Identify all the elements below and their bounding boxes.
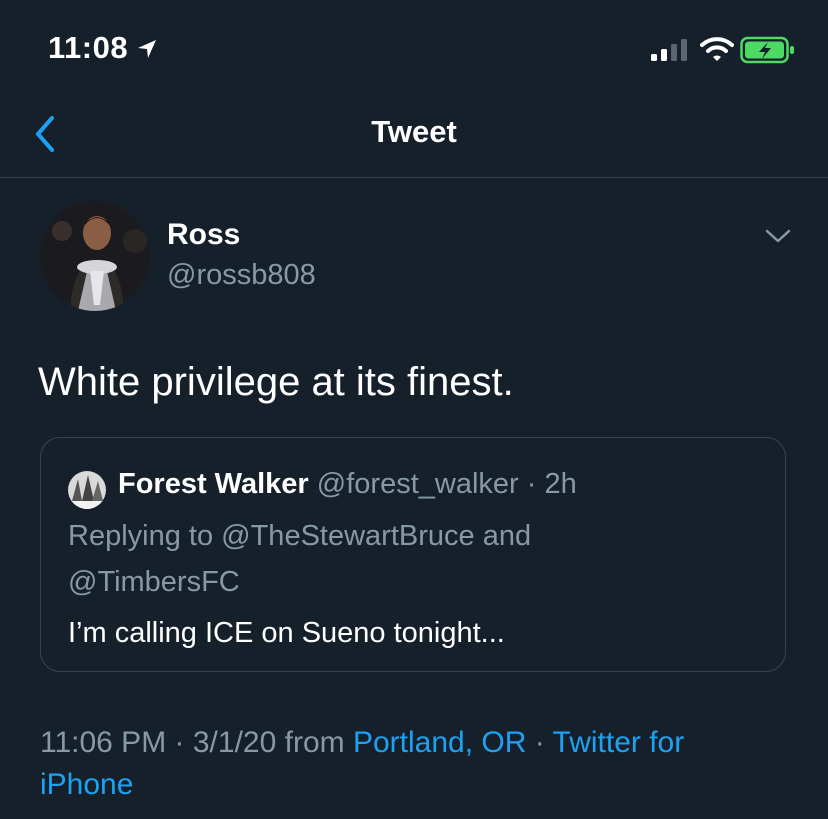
location-arrow-icon	[138, 40, 156, 58]
tweet-date: 3/1/20	[192, 726, 277, 759]
wifi-icon	[700, 37, 734, 61]
quoted-separator: ·	[526, 468, 537, 500]
author-name[interactable]: Ross	[167, 218, 240, 252]
location-link[interactable]: Portland, OR	[353, 726, 526, 759]
battery-charging-icon	[740, 36, 794, 64]
reply-prefix: Replying to	[68, 520, 214, 552]
nav-bar: Tweet	[0, 100, 828, 178]
tweet-text: White privilege at its finest.	[38, 360, 514, 404]
meta-dot: ·	[534, 726, 545, 759]
source-link-cont[interactable]: iPhone	[40, 768, 133, 801]
quoted-author-name[interactable]: Forest Walker	[118, 468, 309, 500]
reply-conjunction: and	[482, 520, 532, 552]
quoted-header: Forest Walker @forest_walker · 2h	[118, 468, 577, 501]
page-title: Tweet	[371, 114, 457, 149]
source-link[interactable]: Twitter for	[553, 726, 685, 759]
quoted-tweet[interactable]: Forest Walker @forest_walker · 2h Replyi…	[40, 437, 786, 672]
tweet-meta-cont: iPhone	[40, 768, 133, 802]
reply-user-link[interactable]: @TimbersFC	[68, 566, 240, 598]
tweet-meta: 11:06 PM · 3/1/20 from Portland, OR · Tw…	[40, 726, 684, 760]
quoted-replying-to: Replying to @TheStewartBruce and	[68, 520, 531, 553]
quoted-replying-to-cont: @TimbersFC	[68, 566, 240, 599]
avatar[interactable]	[40, 201, 150, 311]
quoted-avatar-image	[68, 471, 106, 509]
chevron-down-icon[interactable]	[764, 226, 792, 246]
from-label: from	[284, 726, 345, 759]
meta-dot: ·	[174, 726, 185, 759]
reply-user-link[interactable]: @TheStewartBruce	[221, 520, 474, 552]
status-bar: 11:08	[0, 0, 828, 100]
quoted-time: 2h	[544, 468, 577, 500]
status-time: 11:08	[48, 30, 129, 65]
avatar-image	[40, 201, 150, 311]
author-handle[interactable]: @rossb808	[167, 259, 316, 292]
quoted-text: I’m calling ICE on Sueno tonight...	[68, 617, 505, 649]
tweet-time: 11:06 PM	[40, 726, 167, 759]
quoted-author-handle[interactable]: @forest_walker	[317, 468, 519, 500]
signal-icon	[651, 39, 687, 61]
quoted-avatar	[68, 471, 106, 509]
